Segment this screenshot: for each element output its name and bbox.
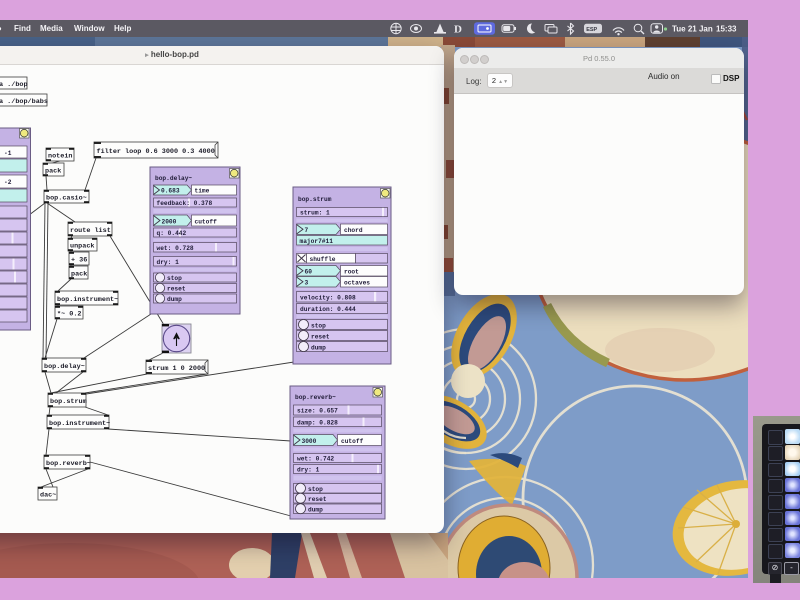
svg-text:cutoff: cutoff — [341, 438, 364, 445]
svg-text:stop: stop — [167, 275, 182, 282]
svg-text:dump: dump — [311, 344, 326, 351]
svg-text:bop.strum: bop.strum — [50, 398, 87, 406]
svg-text:3: 3 — [305, 279, 309, 286]
svg-text:stop: stop — [311, 322, 326, 329]
svg-text:60: 60 — [305, 268, 313, 275]
svg-text:dry: 1: dry: 1 — [297, 467, 320, 474]
svg-text:bop.reverb~: bop.reverb~ — [46, 460, 91, 468]
svg-text:root: root — [344, 268, 359, 275]
svg-text:chord: chord — [344, 227, 363, 234]
svg-text:0.683: 0.683 — [161, 188, 180, 195]
svg-text:bop.instrument~: bop.instrument~ — [57, 296, 118, 304]
svg-text:wet: 0.728: wet: 0.728 — [157, 245, 194, 252]
svg-text:3000: 3000 — [302, 438, 317, 445]
svg-text:feedback: 0.378: feedback: 0.378 — [157, 200, 213, 207]
svg-text:*~ 0.2: *~ 0.2 — [57, 311, 81, 319]
svg-text:duration: 0.444: duration: 0.444 — [300, 306, 356, 313]
svg-text:wet: 0.742: wet: 0.742 — [297, 456, 334, 463]
svg-text:cutoff: cutoff — [195, 218, 218, 225]
svg-text:bop.delay~: bop.delay~ — [44, 363, 85, 371]
svg-text:reset: reset — [167, 286, 186, 293]
svg-text:bop.strum: bop.strum — [298, 196, 332, 203]
svg-text:filter loop 0.6 3000 0.3 4000: filter loop 0.6 3000 0.3 4000 — [97, 148, 215, 156]
svg-text:octaves: octaves — [344, 279, 370, 286]
svg-text:dump: dump — [167, 296, 182, 303]
svg-text:bop.reverb~: bop.reverb~ — [295, 394, 336, 401]
svg-text:major7#11: major7#11 — [300, 238, 334, 245]
svg-text:unpack: unpack — [70, 243, 94, 251]
svg-text:dry: 1: dry: 1 — [157, 259, 180, 266]
svg-text:Tue 21 Jan: Tue 21 Jan — [672, 25, 713, 34]
svg-text:bop.delay~: bop.delay~ — [155, 175, 192, 182]
svg-text:a ./bop/babs: a ./bop/babs — [0, 98, 48, 106]
svg-text:-2: -2 — [4, 179, 12, 186]
svg-text:7: 7 — [305, 227, 309, 234]
svg-text:strum 1 0 2000: strum 1 0 2000 — [148, 365, 205, 373]
svg-text:strum: 1: strum: 1 — [300, 210, 330, 217]
svg-text:stop: stop — [308, 486, 323, 493]
svg-text:ESP: ESP — [586, 27, 597, 33]
svg-text:dac~: dac~ — [40, 492, 56, 500]
svg-text:bop.casio~: bop.casio~ — [46, 195, 87, 203]
svg-text:route list: route list — [70, 227, 111, 235]
svg-text:velocity: 0.808: velocity: 0.808 — [300, 294, 356, 301]
svg-text:-1: -1 — [4, 150, 12, 157]
svg-text:reset: reset — [311, 333, 330, 340]
svg-text:size: 0.657: size: 0.657 — [297, 408, 338, 415]
svg-text:15:33: 15:33 — [716, 25, 737, 34]
svg-text:q: 0.442: q: 0.442 — [157, 230, 187, 237]
svg-text:reset: reset — [308, 496, 327, 503]
svg-text:2000: 2000 — [162, 218, 177, 225]
svg-text:notein: notein — [48, 153, 72, 161]
svg-text:bop.instrument~: bop.instrument~ — [49, 420, 110, 428]
svg-text:damp: 0.828: damp: 0.828 — [297, 419, 338, 426]
svg-text:dump: dump — [308, 507, 323, 514]
svg-text:shuffle: shuffle — [310, 256, 336, 263]
svg-text:a ./bop: a ./bop — [0, 81, 28, 89]
svg-text:D: D — [454, 24, 462, 36]
svg-text:time: time — [195, 188, 210, 195]
